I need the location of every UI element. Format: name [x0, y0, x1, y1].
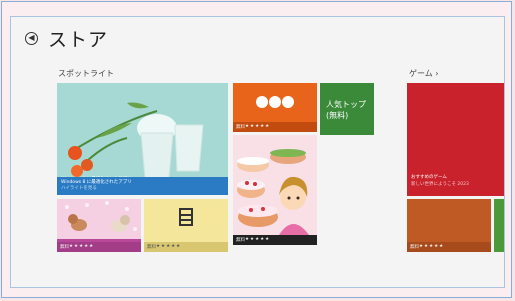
rating-stars: ★★★★★: [156, 244, 182, 249]
tile-app-yellow[interactable]: 無料 ★★★★★: [144, 199, 228, 252]
tile-spotlight-main[interactable]: Windows 8 に最適化されたアプリ: [57, 83, 228, 190]
tile-top-popular-free[interactable]: 人気トップ (無料): [320, 83, 374, 135]
tile-game-green[interactable]: [494, 199, 504, 252]
back-button[interactable]: ◀: [25, 32, 38, 45]
tile-app-orange[interactable]: 無料 ★★★★★: [233, 83, 317, 132]
rating-stars: ★★★★★: [69, 244, 95, 249]
section-spotlight: スポットライト: [58, 69, 114, 78]
section-games-link[interactable]: ゲーム ›: [409, 68, 439, 79]
tile-app-dogs[interactable]: 無料 ★★★★★: [57, 199, 141, 252]
game-feature-title: おすすめのゲーム: [411, 175, 447, 180]
tile-game-brown[interactable]: 無料 ★★★★★: [407, 199, 491, 252]
free-label: 無料: [60, 245, 69, 250]
tile-spotlight-caption-bar: Windows 8 に最適化されたアプリ ハイライトを見る: [57, 177, 228, 195]
back-arrow-icon: ◀: [28, 33, 35, 42]
tulip-vase-image: [57, 102, 228, 190]
tile-app-cakes[interactable]: 無料 ★★★★★: [233, 135, 317, 245]
top-popular-sublabel: (無料): [326, 111, 349, 120]
cakes-girl-image: [233, 135, 317, 245]
page-title: ストア: [48, 29, 109, 51]
free-label: 無料: [410, 245, 419, 250]
free-label: 無料: [147, 245, 156, 250]
rating-stars: ★★★★★: [245, 237, 271, 242]
free-label: 無料: [236, 238, 245, 243]
tile-game-featured[interactable]: おすすめのゲーム 新しい世界にようこそ 2023: [407, 83, 504, 196]
top-popular-label: 人気トップ: [326, 100, 366, 109]
game-feature-subtitle: 新しい世界にようこそ 2023: [411, 182, 469, 187]
store-screen: ◀ ストア スポットライト ゲーム › Windows 8 に最適化されたアプリ…: [10, 16, 505, 288]
free-label: 無料: [236, 125, 245, 130]
spotlight-caption-line2: ハイライトを見る: [61, 186, 97, 191]
rating-stars: ★★★★★: [245, 124, 271, 129]
rating-stars: ★★★★★: [419, 244, 445, 249]
